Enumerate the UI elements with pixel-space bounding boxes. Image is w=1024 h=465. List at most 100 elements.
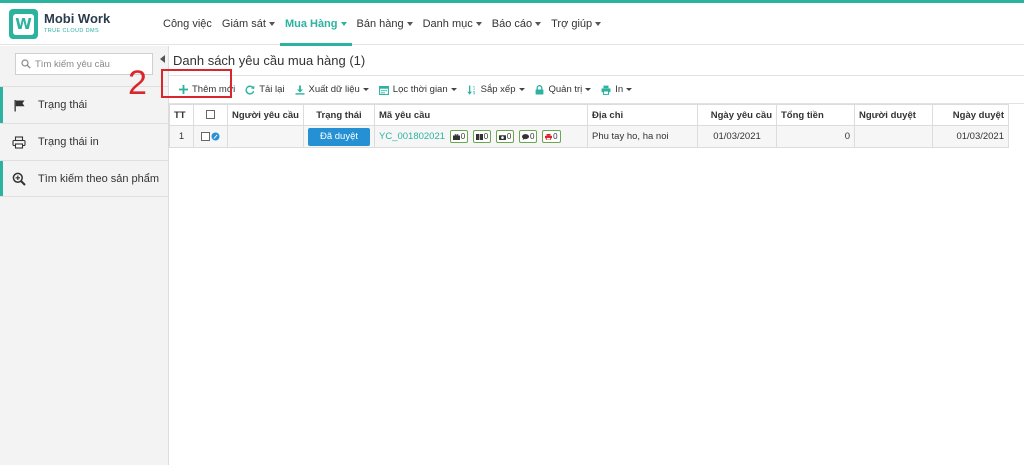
menu-tro-giup[interactable]: Trợ giúp <box>546 3 606 45</box>
lock-icon <box>535 84 545 95</box>
comment-count-badge[interactable]: 0 <box>518 130 538 143</box>
cell-select <box>193 125 228 148</box>
print-button[interactable]: In <box>596 80 637 100</box>
menu-mua-hang[interactable]: Mua Hàng <box>279 3 352 46</box>
top-navbar: W Mobi Work TRUE CLOUD DMS Công việc Giá… <box>0 3 1024 46</box>
request-code-link[interactable]: YC_001802021 <box>379 131 445 142</box>
step-number-annotation: 2 <box>128 64 147 102</box>
status-badge[interactable]: Đã duyệt <box>307 127 370 146</box>
svg-text:9: 9 <box>472 90 475 95</box>
note-count-badge[interactable]: 0 <box>472 130 492 143</box>
menu-label: Bán hàng <box>356 18 404 30</box>
col-select <box>193 104 228 126</box>
cell-request-date: 01/03/2021 <box>697 125 777 148</box>
caret-down-icon <box>535 22 542 26</box>
menu-danh-muc[interactable]: Danh mục <box>418 3 487 45</box>
filter-time-label: Lọc thời gian <box>392 84 448 95</box>
print-count-badge[interactable]: 0 <box>542 130 561 143</box>
cell-approve-date: 01/03/2021 <box>932 125 1009 148</box>
col-requester[interactable]: Người yêu cầu <box>227 104 304 126</box>
menu-label: Giám sát <box>221 18 266 30</box>
sort-button[interactable]: 19 Sắp xếp <box>462 80 530 100</box>
col-approver[interactable]: Người duyệt <box>854 104 933 126</box>
reload-label: Tải lại <box>259 84 285 95</box>
export-label: Xuất dữ liệu <box>308 84 360 95</box>
menu-label: Báo cáo <box>491 18 533 30</box>
admin-label: Quản trị <box>548 84 583 95</box>
col-address[interactable]: Địa chỉ <box>587 104 698 126</box>
row-checkbox[interactable] <box>201 131 211 141</box>
col-tt[interactable]: TT <box>169 104 194 126</box>
add-new-highlight-annotation <box>161 69 232 98</box>
attachment-count-badge[interactable]: 0 <box>449 130 469 143</box>
sidebar-item-label: Trạng thái in <box>38 136 99 148</box>
cell-approver <box>854 125 933 148</box>
page-title: Danh sách yêu cầu mua hàng (1) <box>173 53 366 68</box>
sort-label: Sắp xếp <box>480 84 516 95</box>
menu-bao-cao[interactable]: Báo cáo <box>487 3 546 45</box>
logo-mark: W <box>9 9 38 39</box>
caret-down-icon <box>268 22 275 26</box>
cell-total: 0 <box>776 125 855 148</box>
cell-tt: 1 <box>169 125 194 148</box>
cell-code: YC_001802021 0 0 0 0 0 <box>374 125 588 148</box>
row-edit-icon[interactable] <box>211 132 220 141</box>
printer-icon <box>12 135 26 149</box>
caret-down-icon <box>340 22 347 26</box>
calendar-icon <box>378 85 389 95</box>
photo-count-badge[interactable]: 0 <box>495 130 515 143</box>
menu-label: Trợ giúp <box>551 18 593 30</box>
reload-button[interactable]: Tải lại <box>240 80 289 100</box>
menu-label: Mua Hàng <box>284 18 338 30</box>
select-all-checkbox[interactable] <box>206 110 215 120</box>
col-request-date[interactable]: Ngày yêu cầu <box>697 104 777 126</box>
badge-count: 0 <box>553 132 558 141</box>
col-status[interactable]: Trạng thái <box>302 104 376 126</box>
badge-count: 0 <box>506 132 512 141</box>
cell-address: Phu tay ho, ha noi <box>587 125 698 148</box>
badge-count: 0 <box>460 132 466 141</box>
sidebar-item-trang-thai-in[interactable]: Trạng thái in <box>0 123 169 160</box>
main-menu: Công việc Giám sát Mua Hàng Bán hàng Dan… <box>158 3 606 46</box>
caret-down-icon <box>450 88 457 91</box>
badge-count: 0 <box>529 132 535 141</box>
briefcase-icon <box>452 133 460 140</box>
menu-giam-sat[interactable]: Giám sát <box>217 3 280 45</box>
sidebar: Trạng thái Trạng thái in Tìm kiếm theo s… <box>0 46 169 465</box>
sort-icon: 19 <box>466 85 477 95</box>
cell-requester <box>227 125 304 148</box>
col-approve-date[interactable]: Ngày duyệt <box>932 104 1009 126</box>
app-logo[interactable]: W Mobi Work TRUE CLOUD DMS <box>9 9 129 41</box>
sidebar-item-accent <box>0 87 3 123</box>
table-row[interactable]: 1 Đã duyệt YC_001802021 0 0 0 0 0 Phu ta… <box>169 125 1009 148</box>
badge-count: 0 <box>483 132 489 141</box>
sidebar-collapse-icon[interactable] <box>160 55 166 63</box>
svg-text:1: 1 <box>472 85 475 91</box>
filter-time-button[interactable]: Lọc thời gian <box>374 80 462 100</box>
export-button[interactable]: Xuất dữ liệu <box>290 80 374 100</box>
zoom-in-icon <box>12 172 26 186</box>
caret-down-icon <box>518 88 525 91</box>
col-total[interactable]: Tổng tiền <box>776 104 855 126</box>
admin-button[interactable]: Quản trị <box>530 80 597 100</box>
logo-tagline: TRUE CLOUD DMS <box>44 28 100 34</box>
menu-ban-hang[interactable]: Bán hàng <box>352 3 418 45</box>
sidebar-item-label: Trạng thái <box>38 99 88 111</box>
caret-down-icon <box>362 88 369 91</box>
caret-down-icon <box>475 22 482 26</box>
cell-status: Đã duyệt <box>302 125 376 148</box>
book-icon <box>475 133 483 140</box>
sidebar-item-tim-kiem-san-pham[interactable]: Tìm kiếm theo sản phẩm <box>0 160 169 197</box>
download-icon <box>295 85 305 95</box>
printer-icon <box>545 133 553 140</box>
printer-icon <box>601 85 611 95</box>
menu-label: Danh mục <box>422 18 473 30</box>
col-code[interactable]: Mã yêu cầu <box>374 104 588 126</box>
caret-down-icon <box>595 22 602 26</box>
print-label: In <box>615 84 624 95</box>
flag-icon <box>12 98 26 112</box>
menu-cong-viec[interactable]: Công việc <box>158 3 217 45</box>
comment-icon <box>521 133 529 140</box>
search-icon <box>21 59 31 69</box>
sidebar-item-accent <box>0 161 3 196</box>
